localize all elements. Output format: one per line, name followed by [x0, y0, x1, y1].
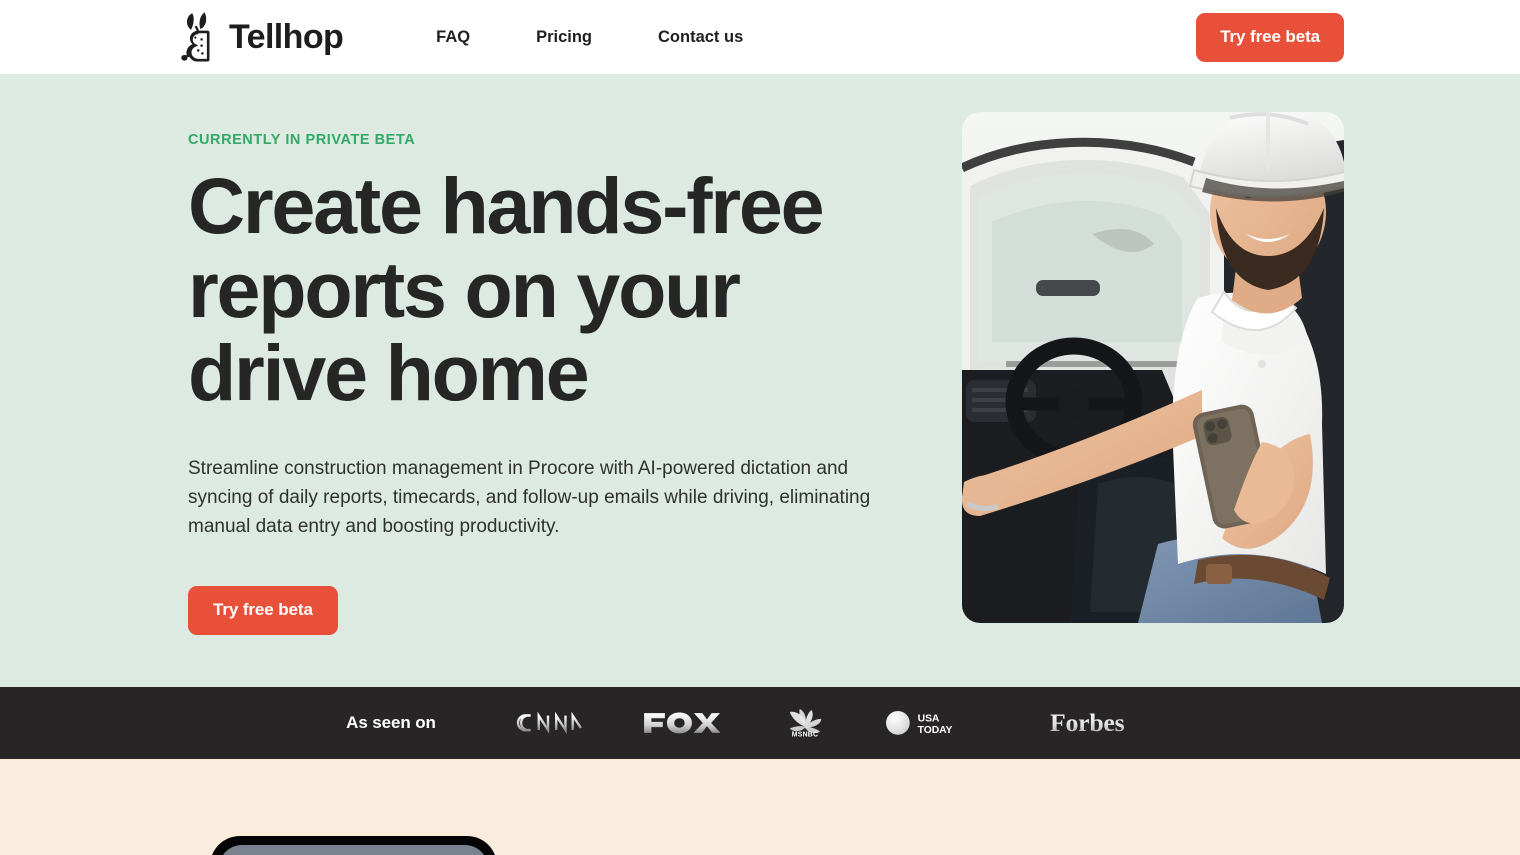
hero-section: CURRENTLY IN PRIVATE BETA Create hands-f… — [0, 74, 1520, 687]
hero-headline: Create hands-free reports on your drive … — [188, 161, 825, 418]
press-bar-label: As seen on — [346, 713, 436, 732]
header-try-free-beta-button[interactable]: Try free beta — [1196, 12, 1344, 62]
brand-logo-link[interactable]: Tellhop — [178, 11, 344, 63]
nav-link-faq[interactable]: FAQ — [436, 18, 470, 57]
svg-text:Forbes: Forbes — [1050, 710, 1125, 737]
fox-logo — [642, 711, 720, 735]
rabbit-sprout-icon — [178, 11, 218, 63]
press-bar: As seen on MSNBC USA TODAY Forbes — [0, 687, 1520, 759]
hero-eyebrow-badge: CURRENTLY IN PRIVATE BETA — [188, 132, 416, 148]
main-nav: FAQ Pricing Contact us — [436, 18, 743, 57]
svg-text:MSNBC: MSNBC — [792, 731, 818, 737]
nav-link-pricing[interactable]: Pricing — [536, 18, 592, 57]
site-header: Tellhop FAQ Pricing Contact us Try free … — [0, 0, 1520, 74]
hero-copy: CURRENTLY IN PRIVATE BETA Create hands-f… — [188, 74, 903, 635]
hero-try-free-beta-button[interactable]: Try free beta — [188, 585, 338, 635]
usa-today-logo: USA TODAY — [884, 710, 988, 736]
landing-page: Tellhop FAQ Pricing Contact us Try free … — [0, 0, 1520, 855]
phone-mockup — [210, 836, 497, 855]
nav-link-contact-us[interactable]: Contact us — [658, 18, 743, 57]
svg-text:USA: USA — [918, 714, 940, 725]
msnbc-logo: MSNBC — [778, 708, 832, 737]
hero-subtitle: Streamline construction management in Pr… — [188, 458, 871, 537]
hero-media — [903, 74, 1344, 623]
phone-screen — [219, 845, 488, 855]
brand-name: Tellhop — [229, 18, 344, 56]
cnn-logo — [512, 711, 584, 735]
hero-photo — [962, 112, 1344, 623]
forbes-logo: Forbes — [1050, 710, 1174, 737]
svg-text:TODAY: TODAY — [918, 725, 953, 736]
